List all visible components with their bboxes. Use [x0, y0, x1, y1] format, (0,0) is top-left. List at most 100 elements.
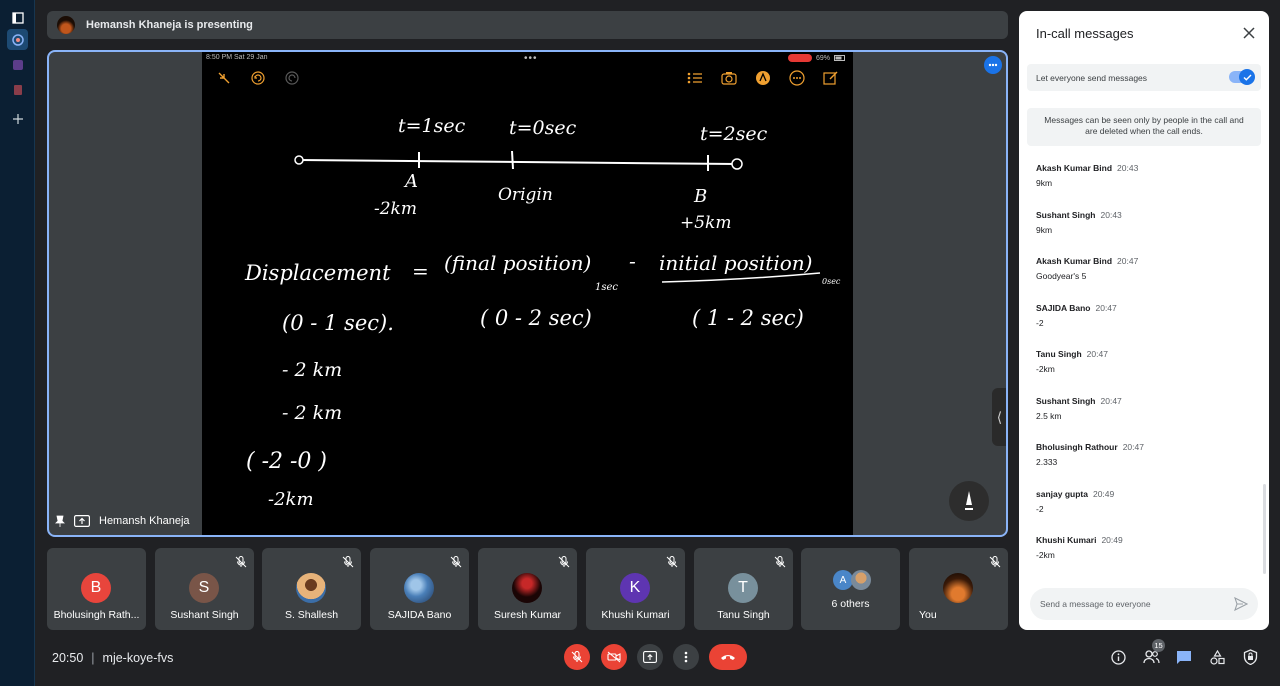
message-sender: Bholusingh Rathour: [1036, 442, 1118, 452]
message-time: 20:49: [1092, 489, 1115, 499]
app-icon-2[interactable]: [7, 54, 28, 75]
message-input-placeholder: Send a message to everyone: [1040, 599, 1151, 609]
participant-tile[interactable]: T Tanu Singh: [694, 548, 793, 630]
work-line-2: - 2 km: [282, 402, 342, 424]
avatar: T: [728, 573, 758, 603]
send-icon[interactable]: [1234, 597, 1248, 611]
label-minus-2km: -2km: [374, 199, 417, 219]
participant-tile[interactable]: SAJIDA Bano: [370, 548, 469, 630]
label-t-1sec: t=1sec: [398, 115, 466, 137]
chat-icon: [1177, 650, 1191, 664]
people-button[interactable]: 15: [1142, 639, 1165, 666]
message-sender: Khushi Kumari: [1036, 535, 1097, 545]
present-screen-button[interactable]: [637, 644, 663, 670]
mic-off-icon: [571, 651, 583, 663]
allow-messages-toggle[interactable]: [1229, 69, 1255, 85]
interval-0-2: ( 0 - 2 sec): [480, 306, 592, 330]
hang-up-icon: [721, 655, 735, 660]
message-sender: sanjay gupta: [1036, 489, 1088, 499]
participant-name: Khushi Kumari: [601, 609, 670, 621]
message-item: Khushi Kumari 20:49 -2km: [1036, 535, 1256, 565]
chat-button[interactable]: [1175, 648, 1193, 666]
activities-icon: [1209, 649, 1225, 665]
close-icon[interactable]: [1241, 25, 1257, 41]
message-sender: Sushant Singh: [1036, 396, 1096, 406]
message-item: Sushant Singh 20:47 2.5 km: [1036, 396, 1256, 426]
message-sender: Akash Kumar Bind: [1036, 256, 1113, 266]
presenting-icon: [74, 515, 90, 527]
avatar: [851, 570, 871, 590]
check-icon: [1239, 69, 1255, 85]
message-text: -2: [1036, 504, 1044, 514]
message-item: Bholusingh Rathour 20:47 2.333: [1036, 442, 1256, 472]
avatar: [404, 573, 434, 603]
participant-tile[interactable]: S Sushant Singh: [155, 548, 254, 630]
message-time: 20:49: [1101, 535, 1123, 545]
add-app-icon[interactable]: [7, 108, 28, 129]
meet-app-icon[interactable]: [7, 29, 28, 50]
app-icon-3[interactable]: [7, 79, 28, 100]
activities-button[interactable]: [1208, 648, 1226, 666]
participant-tiles: B Bholusingh Rath... S Sushant Singh S. …: [47, 548, 1008, 630]
pin-icon[interactable]: [55, 515, 65, 527]
clock: 20:50: [52, 651, 84, 665]
message-input[interactable]: Send a message to everyone: [1030, 588, 1258, 620]
meeting-details-button[interactable]: [1109, 648, 1127, 666]
number-line-start: [294, 155, 304, 165]
label-origin: Origin: [498, 185, 553, 205]
avatar: B: [81, 573, 111, 603]
participant-name: You: [919, 609, 937, 621]
mic-off-button[interactable]: [564, 644, 590, 670]
mic-off-icon: [666, 556, 678, 568]
subscript-1sec: 1sec: [595, 282, 618, 293]
formula-displacement: Displacement: [244, 261, 391, 285]
work-line-3: ( -2 -0 ): [246, 449, 327, 474]
message-item: Akash Kumar Bind 20:47 Goodyear's 5: [1036, 256, 1256, 286]
people-icon: [1142, 650, 1160, 664]
participant-tile[interactable]: Suresh Kumar: [478, 548, 577, 630]
people-count-badge: 15: [1152, 639, 1165, 652]
participant-tile[interactable]: K Khushi Kumari: [586, 548, 685, 630]
bottom-controls-bar: 20:50 | mje-koye-fvs 15: [35, 636, 1280, 686]
label-t-2sec: t=2sec: [700, 123, 768, 145]
others-tile[interactable]: A 6 others: [801, 548, 900, 630]
work-line-4: -2km: [268, 489, 314, 510]
message-time: 20:43: [1100, 210, 1122, 220]
host-controls-button[interactable]: [1241, 648, 1259, 666]
message-time: 20:47: [1100, 396, 1122, 406]
allow-messages-row: Let everyone send messages: [1027, 64, 1261, 91]
interval-0-1: (0 - 1 sec).: [282, 311, 394, 335]
participant-tile[interactable]: B Bholusingh Rath...: [47, 548, 146, 630]
more-options-button[interactable]: [673, 644, 699, 670]
privacy-notice: Messages can be seen only by people in t…: [1027, 108, 1261, 146]
label-point-a: A: [403, 171, 418, 192]
stage-presenter-label: Hemansh Khaneja: [55, 515, 190, 527]
presenter-avatar: [57, 16, 75, 34]
message-text: 9km: [1036, 178, 1053, 188]
participant-name: SAJIDA Bano: [387, 609, 452, 621]
allow-messages-label: Let everyone send messages: [1036, 72, 1148, 83]
formula-minus: -: [629, 249, 636, 273]
stage-more-options-button[interactable]: [984, 56, 1002, 74]
sidebar-toggle-icon[interactable]: [7, 7, 28, 28]
message-time: 20:47: [1122, 442, 1144, 452]
shared-screen: 8:50 PM Sat 29 Jan ••• 69% t=1sec t=0sec…: [202, 52, 1006, 535]
mic-off-icon: [235, 556, 247, 568]
message-sender: Sushant Singh: [1036, 210, 1096, 220]
participant-name: S. Shallesh: [284, 609, 339, 621]
participant-name: Bholusingh Rath...: [53, 609, 140, 621]
presenter-name: Hemansh Khaneja: [99, 515, 190, 527]
presenting-text: Hemansh Khaneja is presenting: [86, 19, 253, 31]
message-time: 20:47: [1095, 303, 1117, 313]
camera-off-button[interactable]: [601, 644, 627, 670]
message-time: 20:43: [1117, 163, 1139, 173]
chat-scrollbar[interactable]: [1263, 484, 1266, 574]
app-rail: [0, 0, 35, 686]
message-text: 9km: [1036, 225, 1053, 235]
self-tile[interactable]: You: [909, 548, 1008, 630]
leave-call-button[interactable]: [709, 644, 747, 670]
message-text: 2.5 km: [1036, 411, 1062, 421]
message-text: -2km: [1036, 364, 1055, 374]
mic-off-icon: [450, 556, 462, 568]
participant-tile[interactable]: S. Shallesh: [262, 548, 361, 630]
